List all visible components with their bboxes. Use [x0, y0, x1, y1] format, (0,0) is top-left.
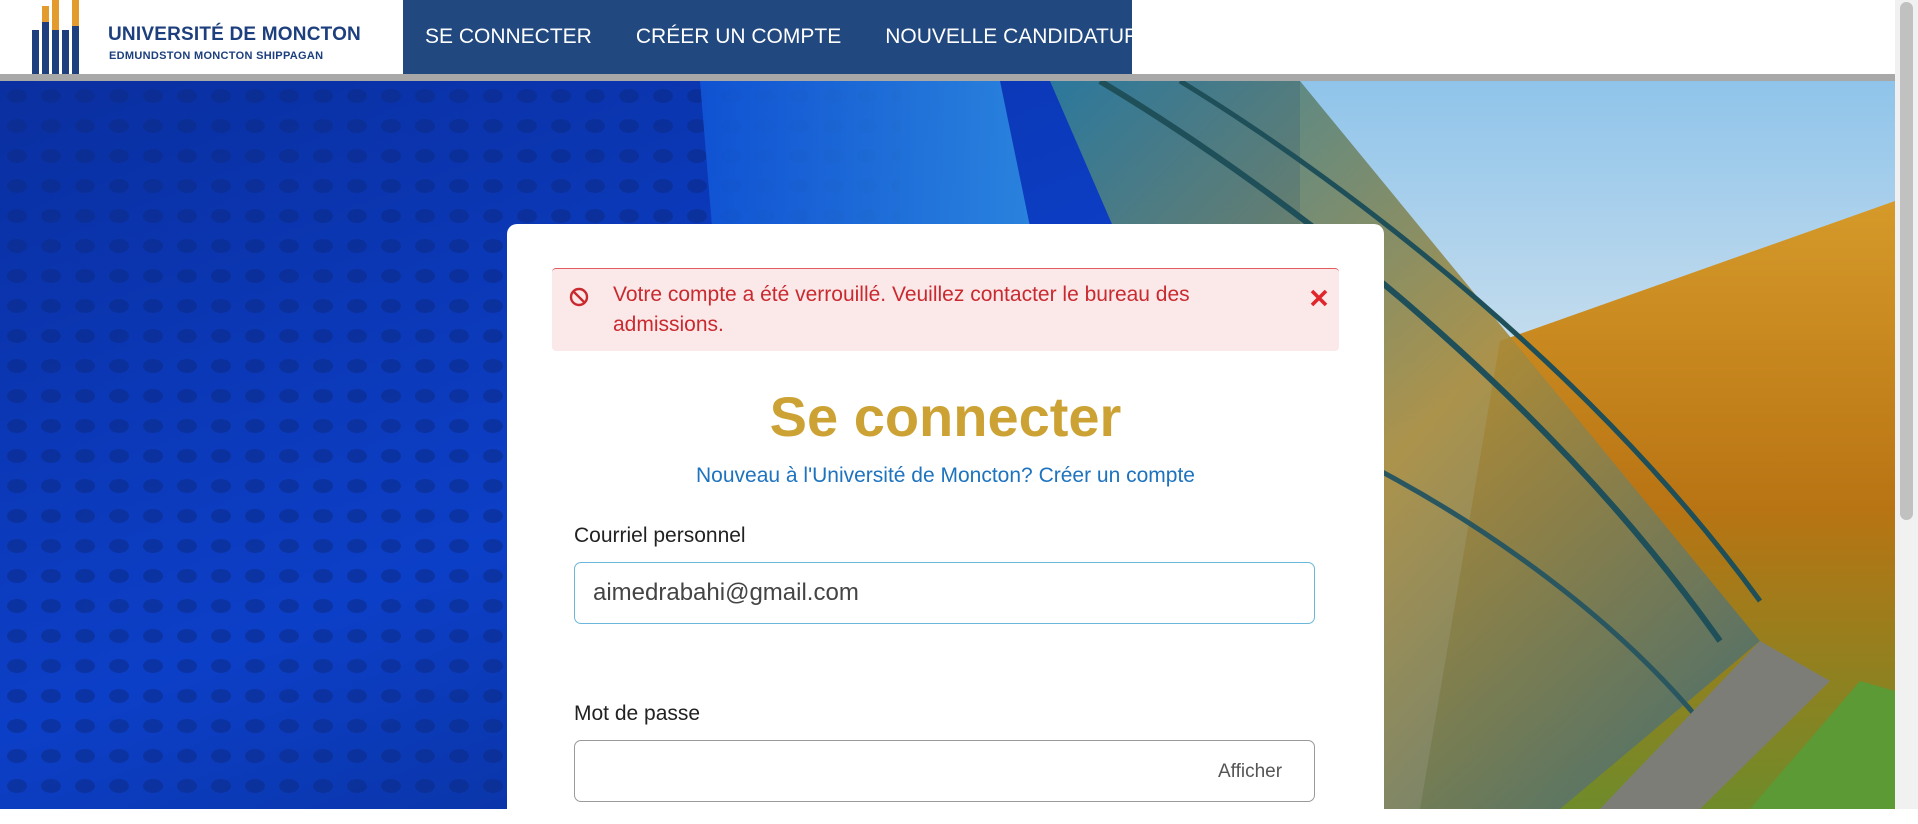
- close-icon[interactable]: [1308, 287, 1330, 309]
- scrollbar-thumb[interactable]: [1900, 2, 1913, 520]
- ban-icon: [569, 287, 589, 307]
- register-prompt: Nouveau à l'Université de Moncton? Créer…: [507, 464, 1384, 488]
- logo-title: UNIVERSITÉ DE MONCTON: [108, 24, 361, 45]
- nav-create-account[interactable]: CRÉER UN COMPTE: [614, 25, 863, 49]
- university-logo-mark: [32, 0, 79, 74]
- nav-sign-in[interactable]: SE CONNECTER: [403, 25, 614, 49]
- email-field[interactable]: [574, 562, 1315, 624]
- site-header: UNIVERSITÉ DE MONCTON EDMUNDSTON MONCTON…: [0, 0, 1895, 75]
- page-scrollbar[interactable]: [1895, 0, 1918, 809]
- main-nav: SE CONNECTER CRÉER UN COMPTE NOUVELLE CA…: [403, 0, 1153, 74]
- show-password-button[interactable]: Afficher: [1218, 761, 1282, 783]
- university-logo[interactable]: UNIVERSITÉ DE MONCTON EDMUNDSTON MONCTON…: [26, 0, 366, 74]
- password-field[interactable]: [574, 740, 1315, 802]
- password-label: Mot de passe: [574, 702, 701, 725]
- login-card: Votre compte a été verrouillé. Veuillez …: [507, 224, 1384, 824]
- header-divider: [0, 74, 1895, 81]
- email-label: Courriel personnel: [574, 524, 746, 547]
- logo-subtitle: EDMUNDSTON MONCTON SHIPPAGAN: [109, 50, 324, 62]
- create-account-link[interactable]: Créer un compte: [1039, 464, 1195, 487]
- nav-new-application[interactable]: NOUVELLE CANDIDATURE: [863, 25, 1175, 49]
- alert-message: Votre compte a été verrouillé. Veuillez …: [613, 283, 1190, 336]
- page-title: Se connecter: [769, 385, 1122, 448]
- account-locked-alert: Votre compte a été verrouillé. Veuillez …: [552, 268, 1339, 351]
- register-prompt-text[interactable]: Nouveau à l'Université de Moncton?: [696, 464, 1033, 487]
